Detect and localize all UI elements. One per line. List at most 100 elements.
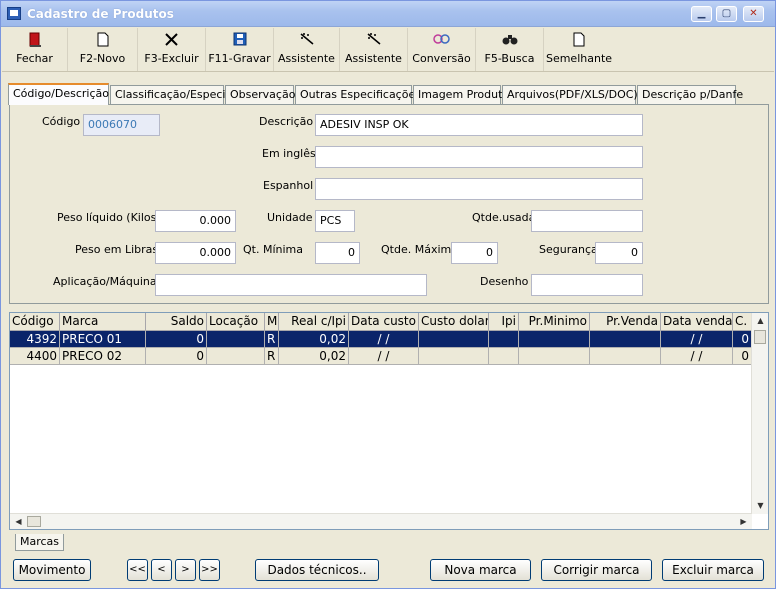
tab-classificacao[interactable]: Classificação/Especie: [110, 85, 232, 104]
peso-libras-field[interactable]: 0.000: [155, 242, 236, 264]
nova-marca-button[interactable]: Nova marca: [430, 559, 531, 581]
close-button[interactable]: ✕: [743, 6, 764, 22]
desenho-label: Desenho: [480, 275, 529, 288]
assistente-label-1: Assistente: [278, 52, 335, 65]
table-row[interactable]: 4392 PRECO 01 0 R 0,02 / / / / 0: [10, 331, 752, 348]
tab-arquivos[interactable]: Arquivos(PDF/XLS/DOC): [502, 85, 638, 104]
peso-liquido-label: Peso líquido (Kilos): [57, 211, 161, 224]
scroll-down-icon[interactable]: ▼: [752, 498, 768, 514]
maximize-button[interactable]: ▢: [716, 6, 737, 22]
qtde-usada-label: Qtde.usada: [472, 211, 536, 224]
unidade-field[interactable]: PCS: [315, 210, 355, 232]
first-record-button[interactable]: <<: [127, 559, 148, 581]
conversao-button[interactable]: Conversão: [408, 28, 476, 71]
cell-codigo: 4400: [10, 348, 60, 365]
tab-outras-especificacoes[interactable]: Outras Especificações: [295, 85, 421, 104]
scroll-left-icon[interactable]: ◀: [10, 514, 27, 529]
excluir-marca-button[interactable]: Excluir marca: [662, 559, 764, 581]
delete-x-icon: [138, 32, 205, 52]
wizard-wand-icon: [340, 32, 407, 52]
cell-codigo: 4392: [10, 331, 60, 348]
tab-codigo-descricao[interactable]: Código/Descrição: [8, 83, 109, 105]
semelhante-button[interactable]: Semelhante: [544, 28, 614, 71]
prev-record-button[interactable]: <: [151, 559, 172, 581]
cell-locacao: [207, 348, 265, 365]
desenho-field[interactable]: [531, 274, 643, 296]
scroll-up-icon[interactable]: ▲: [752, 313, 768, 329]
minimize-button[interactable]: ▁: [691, 6, 712, 22]
novo-button[interactable]: F2-Novo: [68, 28, 138, 71]
gravar-button[interactable]: F11-Gravar: [206, 28, 274, 71]
horizontal-scroll-thumb[interactable]: [27, 516, 41, 527]
qtde-maxima-field[interactable]: 0: [451, 242, 498, 264]
seguranca-field[interactable]: 0: [595, 242, 643, 264]
last-record-button[interactable]: >>: [199, 559, 220, 581]
vertical-scrollbar[interactable]: ▲ ▼: [751, 313, 768, 514]
peso-libras-label: Peso em Libras: [75, 243, 159, 256]
col-custo-dolar[interactable]: Custo dolar: [419, 313, 489, 331]
peso-liquido-field[interactable]: 0.000: [155, 210, 236, 232]
col-c[interactable]: C.: [733, 313, 752, 331]
cell-locacao: [207, 331, 265, 348]
col-saldo[interactable]: Saldo: [146, 313, 207, 331]
cell-data-custo: / /: [349, 331, 419, 348]
fechar-label: Fechar: [16, 52, 53, 65]
next-record-button[interactable]: >: [175, 559, 196, 581]
col-codigo[interactable]: Código: [10, 313, 60, 331]
espanhol-field[interactable]: [315, 178, 643, 200]
cell-custo-dolar: [419, 331, 489, 348]
movimento-button[interactable]: Movimento: [13, 559, 91, 581]
corrigir-marca-button[interactable]: Corrigir marca: [541, 559, 652, 581]
codigo-field[interactable]: 0006070: [83, 114, 160, 136]
qtde-maxima-label: Qtde. Máxima: [381, 243, 458, 256]
marcas-grid[interactable]: Código Marca Saldo Locação M Real c/Ipi …: [9, 312, 769, 530]
codigo-label: Código: [42, 115, 81, 128]
exit-door-icon: [2, 32, 67, 52]
col-real-ipi[interactable]: Real c/Ipi: [279, 313, 349, 331]
toolbar: Fechar F2-Novo F3-Excluir F11-Gravar Ass…: [2, 28, 774, 72]
cell-ipi: [489, 348, 519, 365]
tab-observacao[interactable]: Observação: [225, 85, 295, 104]
col-m[interactable]: M: [265, 313, 279, 331]
fechar-button[interactable]: Fechar: [2, 28, 68, 71]
descricao-label: Descrição: [259, 115, 314, 128]
cell-pr-minimo: [519, 348, 590, 365]
assistente-button-2[interactable]: Assistente: [340, 28, 408, 71]
col-pr-venda[interactable]: Pr.Venda: [590, 313, 661, 331]
cell-pr-venda: [590, 331, 661, 348]
col-locacao[interactable]: Locação: [207, 313, 265, 331]
busca-button[interactable]: F5-Busca: [476, 28, 544, 71]
binoculars-icon: [476, 32, 543, 52]
aplicacao-field[interactable]: [155, 274, 427, 296]
col-ipi[interactable]: Ipi: [489, 313, 519, 331]
tab-marcas[interactable]: Marcas: [15, 534, 65, 551]
excluir-button[interactable]: F3-Excluir: [138, 28, 206, 71]
assistente-label-2: Assistente: [345, 52, 402, 65]
tab-descricao-danfe[interactable]: Descrição p/Danfe: [637, 85, 743, 104]
col-pr-minimo[interactable]: Pr.Minimo: [519, 313, 590, 331]
ingles-field[interactable]: [315, 146, 643, 168]
qtde-usada-field[interactable]: [531, 210, 643, 232]
scroll-right-icon[interactable]: ▶: [735, 514, 752, 529]
cell-pr-minimo: [519, 331, 590, 348]
assistente-button-1[interactable]: Assistente: [274, 28, 340, 71]
col-data-custo[interactable]: Data custo: [349, 313, 419, 331]
novo-label: F2-Novo: [79, 52, 126, 65]
cell-m: R: [265, 331, 279, 348]
dados-tecnicos-button[interactable]: Dados técnicos..: [255, 559, 379, 581]
tab-imagem-produto[interactable]: Imagem Produto: [413, 85, 509, 104]
grid-header: Código Marca Saldo Locação M Real c/Ipi …: [10, 313, 752, 331]
cell-data-custo: / /: [349, 348, 419, 365]
col-marca[interactable]: Marca: [60, 313, 146, 331]
main-window: Cadastro de Produtos ▁ ▢ ✕ Fechar F2-Nov…: [0, 0, 776, 589]
cell-marca: PRECO 02: [60, 348, 146, 365]
col-data-venda[interactable]: Data venda: [661, 313, 733, 331]
qt-minima-field[interactable]: 0: [315, 242, 360, 264]
cell-c: 0: [733, 331, 752, 348]
cell-c: 0: [733, 348, 752, 365]
descricao-field[interactable]: ADESIV INSP OK: [315, 114, 643, 136]
horizontal-scrollbar[interactable]: ◀ ▶: [10, 513, 752, 529]
cell-ipi: [489, 331, 519, 348]
vertical-scroll-thumb[interactable]: [754, 330, 766, 344]
table-row[interactable]: 4400 PRECO 02 0 R 0,02 / / / / 0: [10, 348, 752, 365]
